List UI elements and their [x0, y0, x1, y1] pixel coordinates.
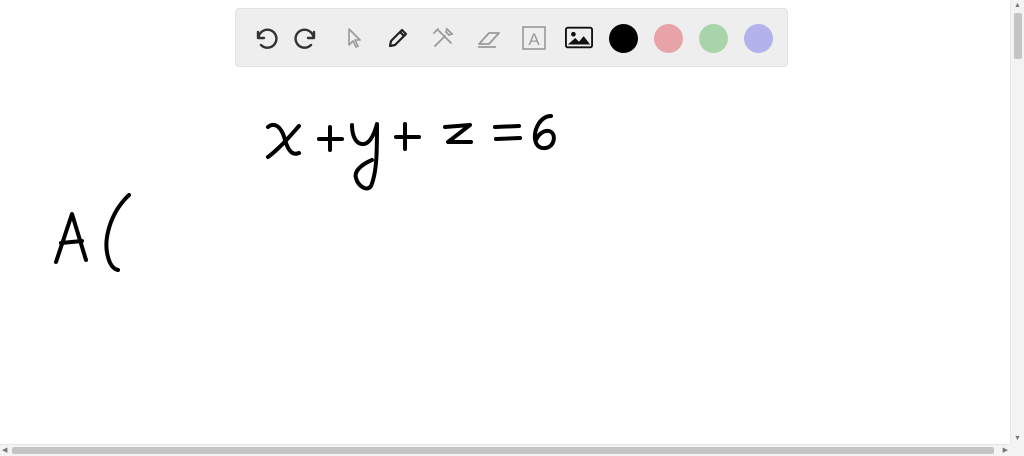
undo-button[interactable] [249, 23, 279, 53]
undo-icon [256, 28, 278, 49]
select-button[interactable] [338, 23, 368, 53]
ink-stroke-x [266, 122, 301, 156]
ink-stroke-paren [104, 193, 131, 272]
scroll-left-arrow[interactable]: ◀ [2, 447, 7, 454]
pen-icon [388, 28, 408, 48]
pen-button[interactable] [383, 23, 413, 53]
ink-stroke-six [532, 114, 556, 151]
scroll-right-arrow[interactable]: ▶ [1003, 447, 1008, 454]
image-button[interactable] [564, 23, 594, 53]
drawing-toolbar: A [235, 8, 788, 67]
tools-button[interactable] [428, 23, 458, 53]
color-green-swatch[interactable] [699, 24, 728, 53]
scroll-down-arrow[interactable]: ▼ [1014, 435, 1021, 442]
vertical-scroll-thumb[interactable] [1014, 13, 1022, 59]
vertical-scrollbar[interactable]: ▲ ▼ [1010, 0, 1024, 444]
image-icon [565, 26, 593, 49]
color-pink-swatch[interactable] [654, 24, 683, 53]
ink-stroke-A [54, 212, 88, 264]
horizontal-scroll-thumb[interactable] [12, 447, 994, 454]
horizontal-scrollbar[interactable]: ◀ ▶ [0, 444, 1024, 456]
ink-stroke-equals [493, 124, 522, 141]
color-lavender-swatch[interactable] [744, 24, 773, 53]
eraser-icon [478, 32, 500, 48]
text-box-icon: A [522, 26, 546, 50]
text-button[interactable]: A [519, 23, 549, 53]
ink-stroke-z [443, 123, 473, 144]
color-black-swatch[interactable] [609, 24, 638, 53]
scrollbar-corner [1010, 444, 1024, 456]
ink-stroke-plus1 [317, 125, 344, 152]
tools-icon [433, 27, 454, 47]
redo-button[interactable] [293, 23, 323, 53]
ink-stroke-plus2 [394, 122, 421, 151]
ink-stroke-x2 [266, 124, 301, 159]
scroll-up-arrow[interactable]: ▲ [1014, 2, 1021, 9]
redo-icon [294, 28, 316, 49]
ink-stroke-y [350, 122, 379, 191]
text-tool-glyph: A [528, 30, 540, 49]
eraser-button[interactable] [474, 23, 504, 53]
pointer-icon [348, 28, 361, 48]
